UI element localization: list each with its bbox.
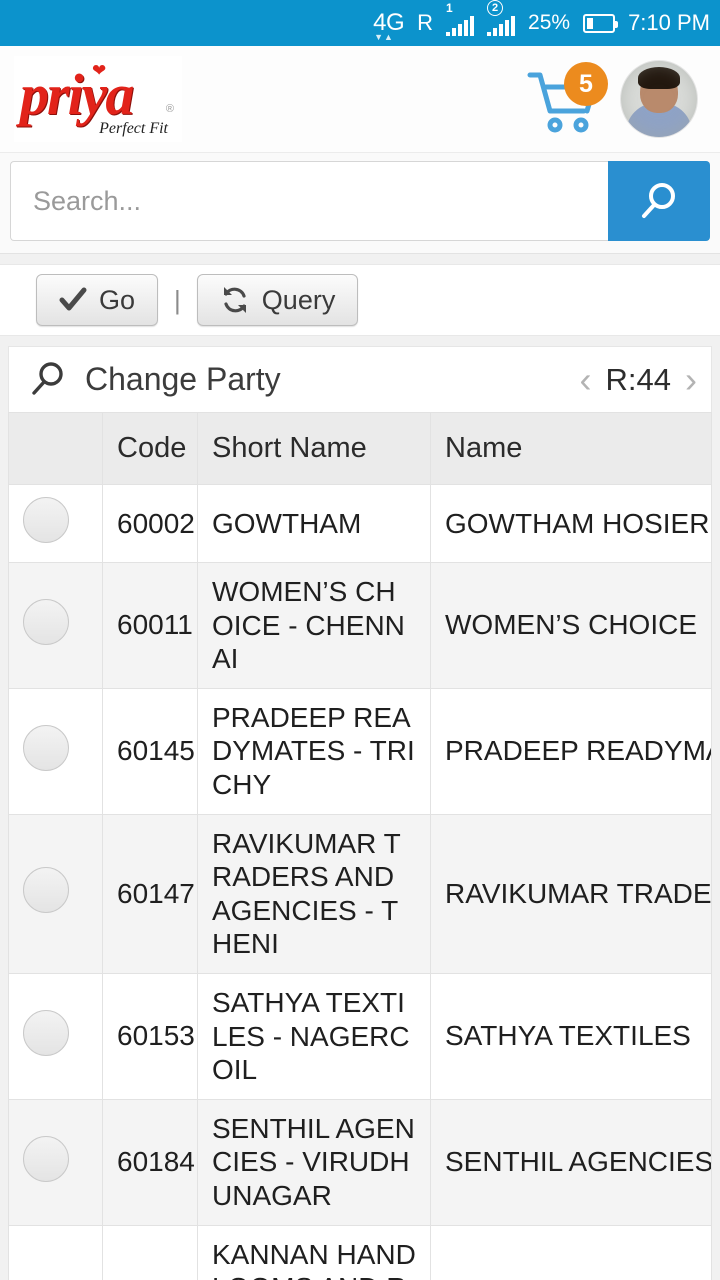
column-header-select [8, 412, 103, 485]
table-body: 60002 GOWTHAM GOWTHAM HOSIERIE 60011 WOMEN’S… [8, 484, 712, 1280]
user-avatar[interactable] [620, 60, 698, 138]
battery-percent-label: 25% [528, 11, 571, 34]
party-table: Code Short Name Name 60002 GOWTHAM GOWTHAM… [8, 412, 712, 1280]
cell-code: 60147 [102, 813, 198, 974]
row-select-cell[interactable] [8, 1098, 103, 1226]
cell-name: WOMEN’S CHOICE [430, 562, 712, 689]
cell-short-name: SATHYA TEXTILES - NAGERCOIL [197, 972, 431, 1100]
cell-name: GOWTHAM HOSIERIE [430, 484, 712, 563]
logo-wordmark: priya [20, 62, 134, 127]
search-zone [0, 153, 720, 254]
table-row[interactable]: 60184 SENTHIL AGENCIES - VIRUDHUNAGAR SENT… [8, 1098, 712, 1226]
panel-header: Change Party ‹ R:44 › [8, 346, 712, 412]
radio-button[interactable] [23, 867, 69, 914]
roaming-indicator: R [417, 10, 434, 35]
page-title: Change Party [85, 361, 281, 397]
row-select-cell[interactable] [8, 687, 103, 815]
go-button[interactable]: Go [36, 274, 159, 326]
table-header-row: Code Short Name Name [8, 412, 712, 485]
cell-short-name: SENTHIL AGENCIES - VIRUDHUNAGAR [197, 1098, 431, 1226]
row-select-cell[interactable] [8, 813, 103, 974]
app-header: ❤ priya ® Perfect Fit 5 [0, 46, 720, 153]
column-header-short-name: Short Name [197, 412, 431, 485]
cell-name: RAVIKUMAR TRADERS [430, 813, 712, 974]
change-party-panel: Change Party ‹ R:44 › Code Short Name Na… [0, 346, 720, 1280]
registered-mark: ® [165, 103, 174, 115]
search-bar [10, 161, 710, 241]
cell-name: PRADEEP READYMAT [430, 687, 712, 815]
cart-button[interactable]: 5 [526, 62, 608, 136]
row-select-cell[interactable] [8, 484, 103, 563]
row-select-cell[interactable] [8, 1224, 103, 1280]
table-row[interactable]: 60153 SATHYA TEXTILES - NAGERCOIL SATHYA T… [8, 972, 712, 1100]
data-transfer-arrows: ▼▲ [374, 32, 394, 42]
refresh-icon [223, 287, 246, 313]
search-button[interactable] [608, 161, 710, 241]
search-icon [32, 361, 63, 395]
logo-tagline: Perfect Fit [99, 120, 168, 137]
radio-button[interactable] [23, 1135, 69, 1182]
column-header-name: Name [430, 412, 712, 485]
cell-short-name: RAVIKUMAR TRADERS AND AGENCIES - THENI [197, 813, 431, 974]
row-select-cell[interactable] [8, 972, 103, 1100]
toolbar-section: Go | Query [0, 254, 720, 346]
cell-short-name: PRADEEP READYMATES - TRICHY [197, 687, 431, 815]
sim2-signal-icon: 2 [487, 0, 516, 36]
cell-code: 60192 [102, 1224, 198, 1280]
search-icon [642, 183, 675, 218]
cell-name: KANNAN HANDLOOM [430, 1224, 712, 1280]
toolbar-separator: | [174, 284, 181, 315]
row-select-cell[interactable] [8, 562, 103, 689]
table-row[interactable]: 60192KANNAN HANDLOOMS AND READYMATES - T… [8, 1224, 712, 1280]
search-input[interactable] [10, 161, 608, 241]
battery-icon [583, 13, 619, 33]
cell-name: SENTHIL AGENCIES [430, 1098, 712, 1226]
cell-name: SATHYA TEXTILES [430, 972, 712, 1100]
cell-short-name: WOMEN’S CHOICE - CHENNAI [197, 562, 431, 689]
radio-button[interactable] [23, 598, 69, 645]
action-toolbar: Go | Query [0, 264, 720, 336]
prev-record-button[interactable]: ‹ [580, 361, 592, 398]
next-record-button[interactable]: › [685, 361, 697, 398]
sim1-signal-icon: 1 [446, 2, 475, 36]
query-button-label: Query [261, 284, 336, 315]
cell-code: 60011 [102, 562, 198, 689]
brand-logo: ❤ priya ® Perfect Fit [14, 56, 182, 142]
table-row[interactable]: 60147 RAVIKUMAR TRADERS AND AGENCIES - TH… [8, 813, 712, 974]
query-button[interactable]: Query [196, 274, 359, 326]
table-row[interactable]: 60002 GOWTHAM GOWTHAM HOSIERIE [8, 484, 712, 563]
record-count-label: R:44 [605, 361, 671, 397]
clock-label: 7:10 PM [628, 10, 710, 35]
status-bar: 4G ▼▲ R 1 2 25% 7:10 PM [0, 0, 720, 46]
check-icon [59, 287, 87, 311]
table-head: Code Short Name Name [8, 412, 712, 485]
header-actions: 5 [526, 60, 698, 138]
cell-code: 60153 [102, 972, 198, 1100]
radio-button[interactable] [23, 724, 69, 771]
record-pager: ‹ R:44 › [580, 361, 697, 398]
radio-button[interactable] [23, 1009, 69, 1056]
cell-code: 60145 [102, 687, 198, 815]
cart-badge-count: 5 [564, 62, 608, 106]
column-header-code: Code [102, 412, 198, 485]
cell-code: 60184 [102, 1098, 198, 1226]
cell-code: 60002 [102, 484, 198, 563]
go-button-label: Go [99, 284, 136, 315]
table-row[interactable]: 60011 WOMEN’S CHOICE - CHENNAI WOMEN’S CHO… [8, 562, 712, 689]
table-row[interactable]: 60145 PRADEEP READYMATES - TRICHY PRADEEP … [8, 687, 712, 815]
radio-button[interactable] [23, 497, 69, 543]
network-type-indicator: 4G ▼▲ [373, 9, 405, 42]
cell-short-name: GOWTHAM [197, 484, 431, 563]
cell-short-name: KANNAN HANDLOOMS AND READYMATES - TIRUVA… [197, 1224, 431, 1280]
